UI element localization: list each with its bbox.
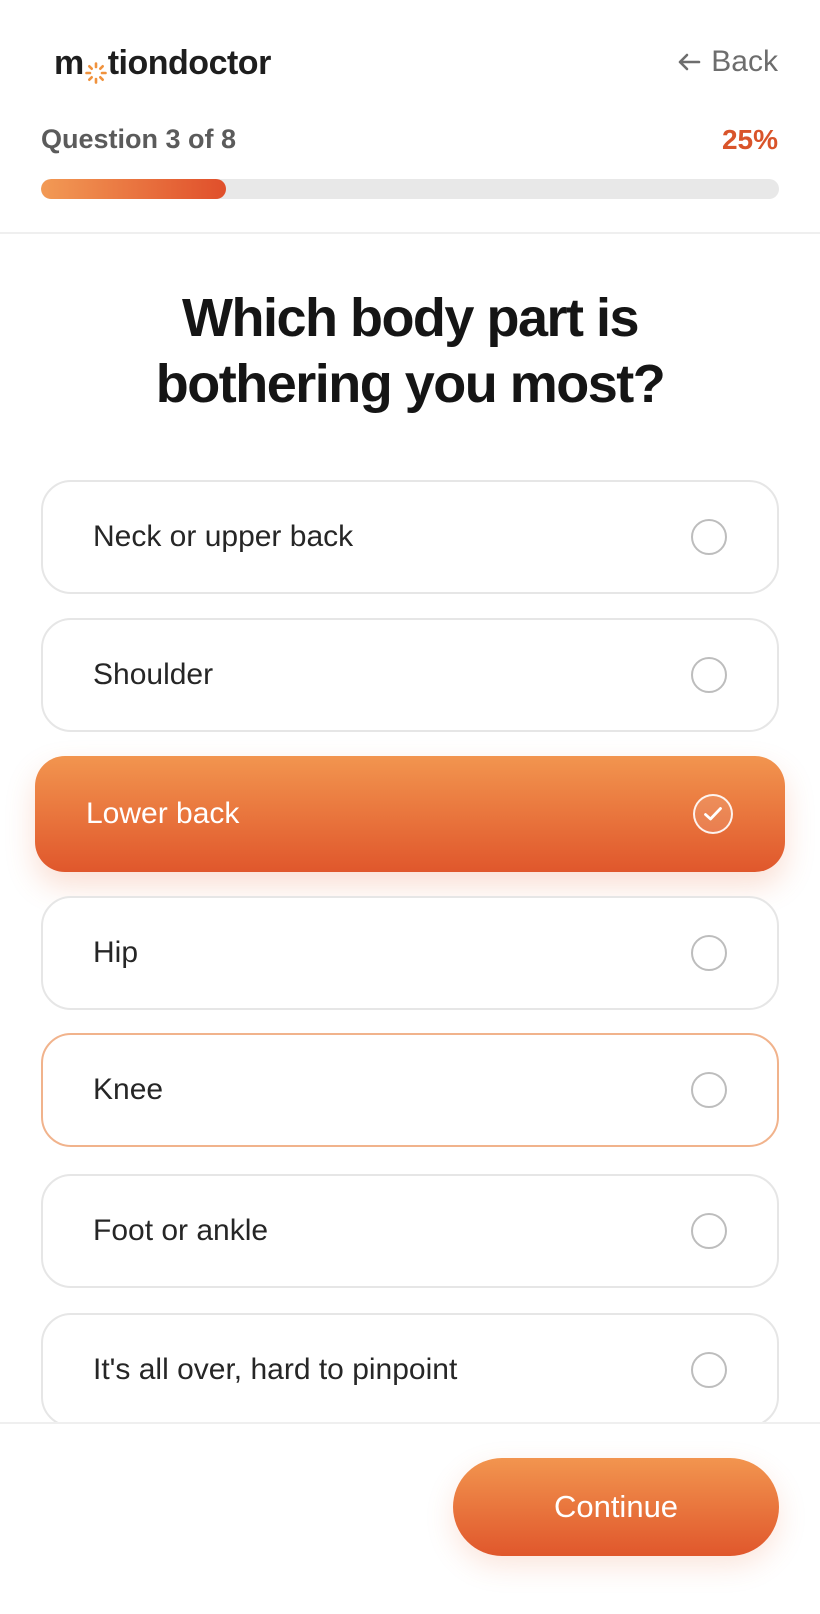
logo-sun-ring-icon <box>84 54 107 84</box>
progress-bar <box>41 179 779 199</box>
option-shoulder[interactable]: Shoulder <box>41 618 779 732</box>
option-foot-or-ankle[interactable]: Foot or ankle <box>41 1174 779 1288</box>
check-circle-icon <box>693 794 733 834</box>
option-all-over[interactable]: It's all over, hard to pinpoint <box>41 1313 779 1427</box>
option-label: Foot or ankle <box>93 1214 269 1247</box>
logo-text-end: tiondoctor <box>107 43 272 82</box>
radio-empty-icon <box>691 935 727 971</box>
progress-bar-fill <box>41 179 226 199</box>
radio-empty-icon <box>691 1072 727 1108</box>
option-neck-or-upper-back[interactable]: Neck or upper back <box>41 480 779 594</box>
top-header: m tiondoctor Back Question 3 of 8 25% <box>0 0 820 234</box>
bottom-action-bar: Continue <box>0 1422 820 1614</box>
option-label: Lower back <box>86 797 240 830</box>
option-label: Knee <box>93 1073 164 1106</box>
option-label: Shoulder <box>93 658 214 691</box>
back-label: Back <box>711 45 778 78</box>
brand-logo[interactable]: m tiondoctor <box>54 40 271 86</box>
option-hip[interactable]: Hip <box>41 896 779 1010</box>
radio-empty-icon <box>691 519 727 555</box>
option-label: It's all over, hard to pinpoint <box>93 1353 458 1386</box>
option-knee[interactable]: Knee <box>41 1033 779 1147</box>
radio-empty-icon <box>691 657 727 693</box>
logo-text-start: m <box>54 43 84 82</box>
progress-percent: 25% <box>721 124 778 155</box>
question-title: Which body part is bothering you most? <box>155 288 666 414</box>
radio-empty-icon <box>691 1352 727 1388</box>
option-lower-back[interactable]: Lower back <box>35 756 785 872</box>
option-label: Neck or upper back <box>93 520 354 553</box>
back-button[interactable]: Back <box>677 38 778 86</box>
option-label: Hip <box>93 936 139 969</box>
radio-empty-icon <box>691 1213 727 1249</box>
continue-button[interactable]: Continue <box>453 1458 779 1556</box>
arrow-left-icon <box>677 52 701 72</box>
progress-step-label: Question 3 of 8 <box>41 124 237 154</box>
